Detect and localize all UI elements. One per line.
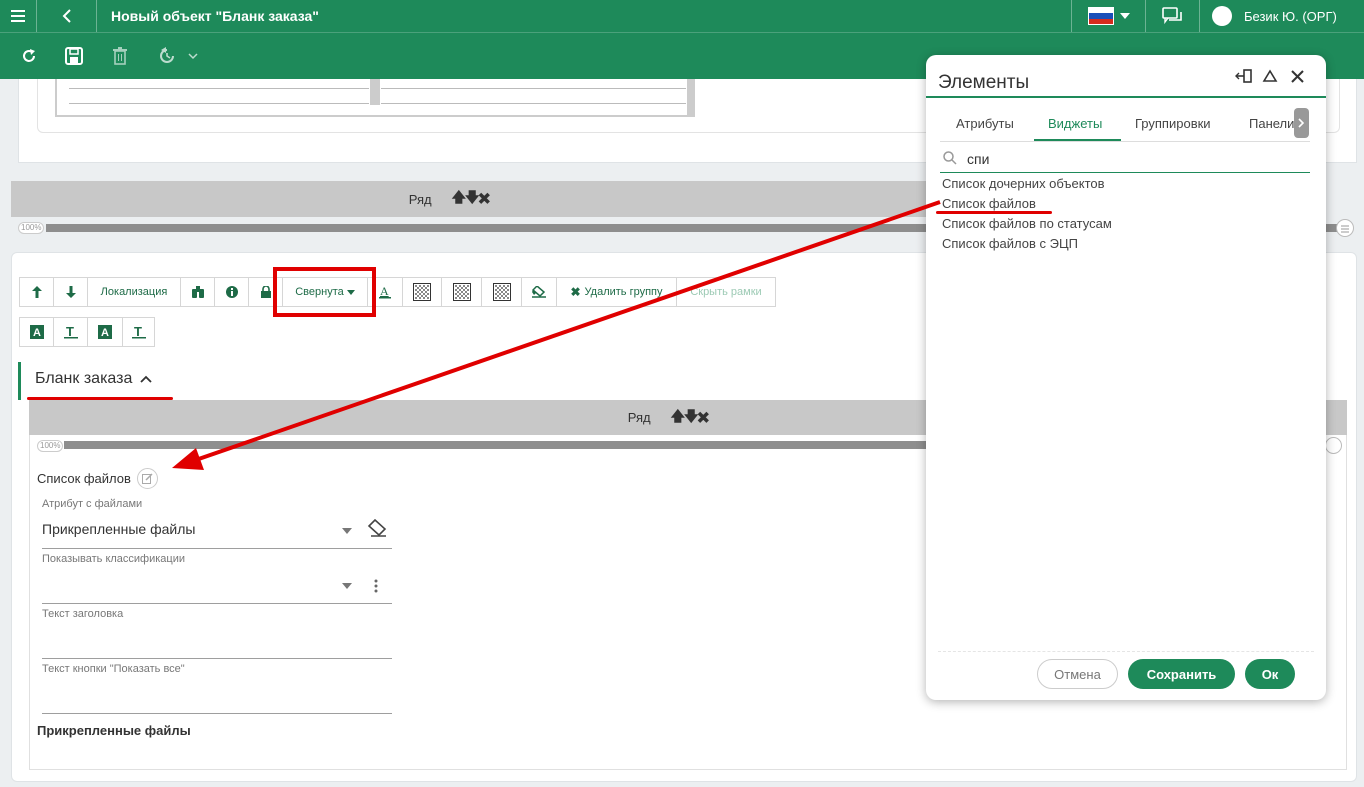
annotation-arrow [172, 200, 941, 470]
page: Новый объект "Бланк заказа" Безик Ю. (ОР… [0, 0, 1364, 787]
